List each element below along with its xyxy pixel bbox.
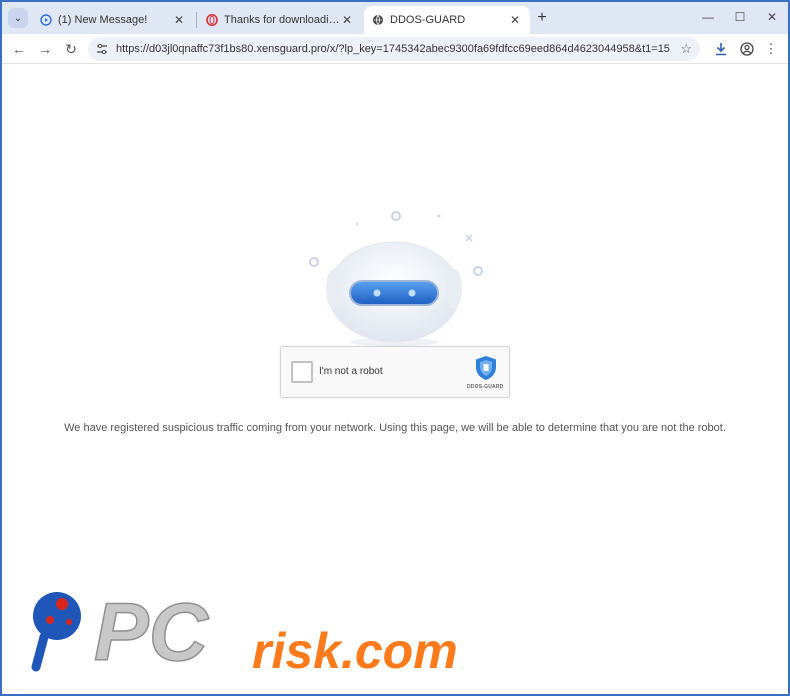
window-close-icon[interactable]: ✕	[764, 10, 780, 24]
warning-message: We have registered suspicious traffic co…	[64, 422, 726, 434]
bookmark-star-icon[interactable]: ☆	[680, 41, 692, 57]
close-icon[interactable]: ✕	[340, 13, 354, 27]
back-arrow-icon[interactable]: ←	[10, 40, 28, 58]
close-icon[interactable]: ✕	[172, 13, 186, 27]
forward-arrow-icon[interactable]: →	[36, 40, 54, 58]
ddos-guard-shield-icon	[476, 356, 496, 380]
reload-icon[interactable]: ↻	[62, 40, 80, 58]
watermark-risk-text: risk.com	[252, 623, 458, 679]
play-circle-icon	[40, 14, 52, 26]
minimize-icon[interactable]: —	[700, 10, 716, 24]
browser-window: ⌄ (1) New Message! ✕ Thanks for download…	[0, 0, 790, 696]
captcha-checkbox[interactable]	[291, 361, 313, 383]
opera-icon	[206, 14, 218, 26]
download-icon[interactable]	[712, 40, 730, 58]
chevron-down-icon: ⌄	[13, 12, 23, 24]
new-tab-icon[interactable]: +	[534, 10, 550, 26]
watermark-pc-text: PC	[94, 587, 210, 678]
menu-kebab-icon[interactable]: ⋮	[762, 40, 780, 58]
robot-illustration	[309, 211, 483, 346]
tab-new-message[interactable]: (1) New Message! ✕	[32, 6, 194, 34]
tab-opera-download[interactable]: Thanks for downloading Opera ✕	[198, 6, 362, 34]
maximize-icon[interactable]: ☐	[732, 10, 748, 24]
tab-title: Thanks for downloading Opera	[224, 14, 340, 26]
tab-ddos-guard[interactable]: DDOS-GUARD ✕	[364, 6, 530, 34]
pcrisk-watermark: PC risk.com	[31, 586, 458, 679]
page-content: I'm not a robot DDOS-GUARD We have regis…	[2, 64, 788, 694]
tab-separator	[196, 12, 197, 28]
address-bar[interactable]: https://d03jl0qnaffc73f1bs80.xensguard.p…	[88, 37, 700, 61]
tab-title: DDOS-GUARD	[390, 14, 466, 26]
tab-search-button[interactable]: ⌄	[8, 8, 28, 28]
browser-toolbar: ← → ↻ https://d03jl0qnaffc73f1bs80.xensg…	[2, 34, 788, 64]
site-settings-icon[interactable]	[94, 41, 110, 57]
tab-strip: ⌄ (1) New Message! ✕ Thanks for download…	[2, 2, 788, 34]
captcha-widget: I'm not a robot DDOS-GUARD	[280, 346, 510, 398]
captcha-label: I'm not a robot	[319, 366, 383, 377]
globe-icon	[372, 14, 384, 26]
close-icon[interactable]: ✕	[508, 13, 522, 27]
profile-icon[interactable]	[738, 40, 756, 58]
url-text: https://d03jl0qnaffc73f1bs80.xensguard.p…	[116, 43, 671, 55]
captcha-brand: DDOS-GUARD	[467, 384, 504, 390]
tab-title: (1) New Message!	[58, 14, 148, 26]
